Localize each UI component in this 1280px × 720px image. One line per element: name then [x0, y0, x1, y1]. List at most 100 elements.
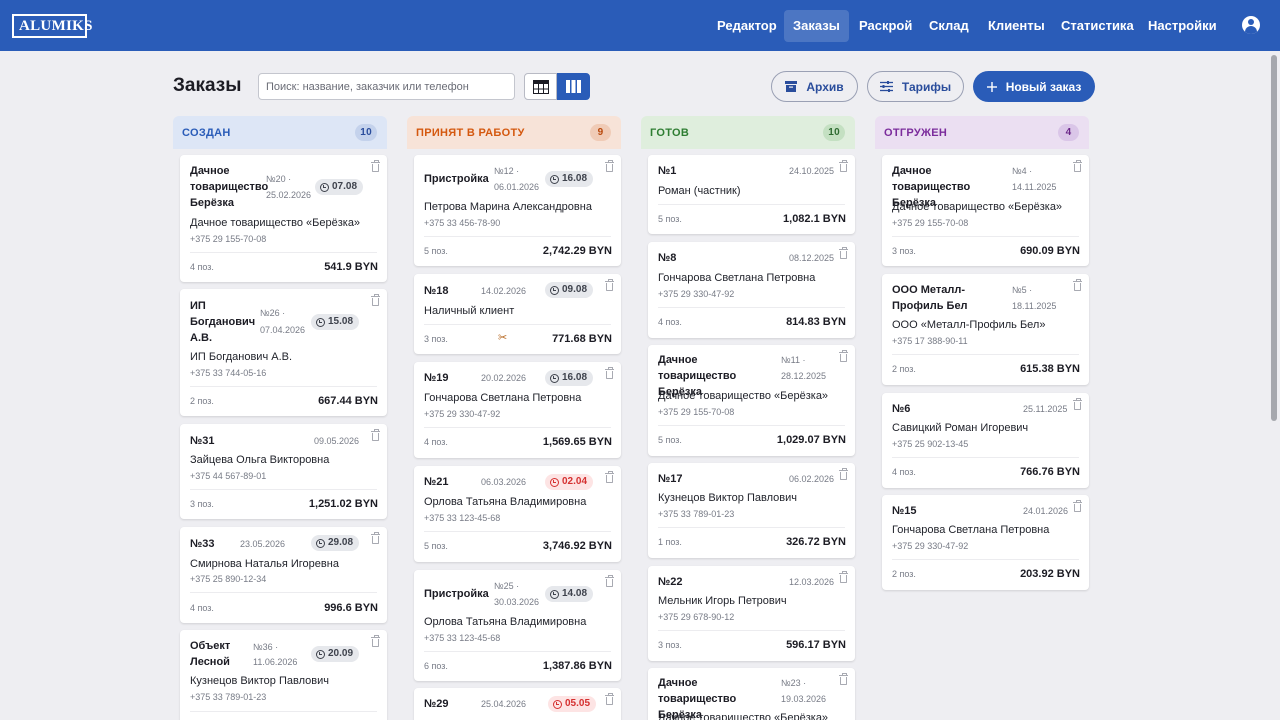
order-card[interactable]: Дачное товарищество Берёзка №4 · 14.11.2…: [882, 155, 1089, 266]
trash-icon[interactable]: [371, 429, 380, 441]
trash-icon[interactable]: [605, 575, 614, 587]
order-date: 25.04.2026: [481, 699, 527, 709]
order-card[interactable]: №22 12.03.2026 Мельник Игорь Петрович +3…: [648, 566, 855, 661]
new-order-label: Новый заказ: [1005, 79, 1082, 94]
positions-count: 6 поз.: [424, 661, 448, 671]
order-card[interactable]: №21 06.03.2026 02.04 Орлова Татьяна Влад…: [414, 466, 621, 562]
trash-icon[interactable]: [839, 350, 848, 362]
table-view-button[interactable]: [524, 73, 557, 100]
deadline-date: 07.08: [332, 181, 358, 192]
trash-icon[interactable]: [839, 247, 848, 259]
trash-icon[interactable]: [605, 367, 614, 379]
card-divider: [190, 386, 377, 387]
page-scrollbar[interactable]: [1271, 55, 1277, 421]
archive-button[interactable]: Архив: [771, 71, 858, 102]
order-date: 28.12.2025: [781, 371, 827, 381]
order-card[interactable]: №6 25.11.2025 Савицкий Роман Игоревич +3…: [882, 393, 1089, 488]
order-card[interactable]: Дачное товарищество Берёзка №11 · 28.12.…: [648, 345, 855, 456]
order-card[interactable]: Объект Лесной №36 · 11.06.2026 20.09 Куз…: [180, 630, 387, 720]
trash-icon[interactable]: [1073, 398, 1082, 410]
trash-icon[interactable]: [371, 294, 380, 306]
trash-icon[interactable]: [605, 693, 614, 705]
column-header: ГОТОВ 10: [641, 116, 855, 149]
card-divider: [892, 236, 1079, 237]
deadline-date: 29.08: [328, 537, 354, 548]
order-card[interactable]: №8 08.12.2025 Гончарова Светлана Петровн…: [648, 242, 855, 338]
trash-icon[interactable]: [605, 160, 614, 172]
nav-editor[interactable]: Редактор: [708, 10, 786, 42]
card-divider: [424, 531, 611, 532]
nav-cutting[interactable]: Раскрой: [850, 10, 921, 42]
order-date: 24.10.2025: [789, 166, 835, 176]
order-date: 24.01.2026: [1023, 506, 1069, 516]
nav-orders[interactable]: Заказы: [784, 10, 849, 42]
trash-icon[interactable]: [605, 279, 614, 291]
alumiks-logo[interactable]: ALUMIKS: [12, 14, 92, 38]
customer-name: Орлова Татьяна Владимировна: [424, 616, 587, 628]
order-total: 690.09 BYN: [1020, 245, 1080, 257]
order-card[interactable]: №1 24.10.2025 Роман (частник) 5 поз. 1,0…: [648, 155, 855, 234]
nav-clients[interactable]: Клиенты: [979, 10, 1054, 42]
search-input[interactable]: [258, 73, 515, 100]
order-card[interactable]: №15 24.01.2026 Гончарова Светлана Петров…: [882, 495, 1089, 590]
order-card[interactable]: №18 14.02.2026 09.08 Наличный клиент 3 п…: [414, 274, 621, 354]
order-date: 23.05.2026: [240, 539, 286, 549]
kanban-view-button[interactable]: [557, 73, 590, 100]
order-date: 14.11.2025: [1012, 182, 1057, 192]
nav-warehouse[interactable]: Склад: [920, 10, 978, 42]
trash-icon[interactable]: [371, 635, 380, 647]
card-divider: [658, 527, 845, 528]
nav-settings[interactable]: Настройки: [1139, 10, 1226, 42]
order-card[interactable]: №31 09.05.2026 Зайцева Ольга Викторовна …: [180, 424, 387, 519]
deadline-date: 02.04: [562, 476, 588, 487]
order-title: №18: [424, 285, 449, 297]
tariffs-button[interactable]: Тарифы: [867, 71, 964, 102]
trash-icon[interactable]: [1073, 500, 1082, 512]
order-total: 1,251.02 BYN: [308, 498, 378, 510]
card-divider: [892, 354, 1079, 355]
order-card[interactable]: ИП Богданович А.В. №26 · 07.04.2026 15.0…: [180, 289, 387, 416]
deadline-badge: 29.08: [311, 535, 360, 551]
order-card[interactable]: Дачное товарищество Берёзка №20 · 25.02.…: [180, 155, 387, 282]
order-title: №21: [424, 476, 449, 488]
order-card[interactable]: Дачное товарищество Берёзка №23 · 19.03.…: [648, 668, 855, 720]
customer-phone: +375 29 155-70-08: [190, 234, 267, 244]
new-order-button[interactable]: Новый заказ: [973, 71, 1095, 102]
positions-count: 3 поз.: [190, 499, 214, 509]
order-card[interactable]: Пристройка №25 · 30.03.2026 14.08 Орлова…: [414, 570, 621, 681]
archive-icon: [785, 81, 798, 92]
customer-name: ООО «Металл-Профиль Бел»: [892, 319, 1046, 331]
card-divider: [190, 489, 377, 490]
clock-icon: [550, 174, 559, 184]
order-total: 203.92 BYN: [1020, 568, 1080, 580]
order-title: №15: [892, 505, 917, 517]
trash-icon[interactable]: [605, 471, 614, 483]
order-card[interactable]: №33 23.05.2026 29.08 Смирнова Наталья Иг…: [180, 527, 387, 623]
trash-icon[interactable]: [839, 468, 848, 480]
order-card[interactable]: Пристройка №12 · 06.01.2026 16.08 Петров…: [414, 155, 621, 266]
order-title: №6: [892, 403, 911, 415]
order-card[interactable]: №17 06.02.2026 Кузнецов Виктор Павлович …: [648, 463, 855, 558]
order-card[interactable]: ООО Металл-Профиль Бел №5 · 18.11.2025 О…: [882, 274, 1089, 385]
deadline-date: 15.08: [328, 316, 354, 327]
order-total: 1,029.07 BYN: [776, 434, 846, 446]
order-date: 19.03.2026: [781, 694, 827, 704]
trash-icon[interactable]: [839, 673, 848, 685]
trash-icon[interactable]: [839, 160, 848, 172]
order-card[interactable]: №19 20.02.2026 16.08 Гончарова Светлана …: [414, 362, 621, 458]
customer-name: Смирнова Наталья Игоревна: [190, 558, 339, 570]
nav-statistics[interactable]: Статистика: [1052, 10, 1143, 42]
customer-name: ИП Богданович А.В.: [190, 351, 293, 363]
deadline-date: 16.08: [562, 173, 588, 184]
trash-icon[interactable]: [1073, 160, 1082, 172]
trash-icon[interactable]: [1073, 279, 1082, 291]
card-divider: [424, 651, 611, 652]
user-account-icon[interactable]: [1242, 16, 1260, 34]
trash-icon[interactable]: [371, 532, 380, 544]
order-card[interactable]: №29 25.04.2026 05.05: [414, 688, 621, 720]
column-count-badge: 10: [355, 124, 377, 141]
trash-icon[interactable]: [371, 160, 380, 172]
tariffs-label: Тарифы: [901, 79, 952, 94]
trash-icon[interactable]: [839, 571, 848, 583]
customer-phone: +375 44 567-89-01: [190, 471, 267, 481]
